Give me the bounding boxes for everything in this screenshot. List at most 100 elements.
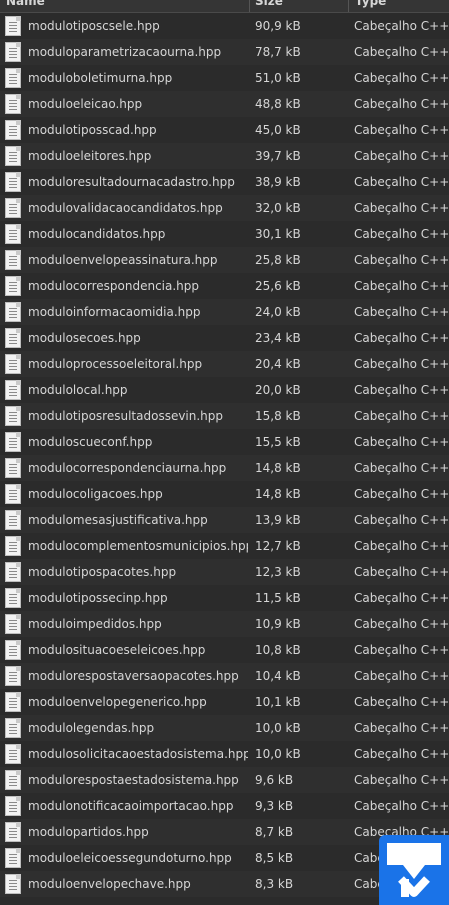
column-header-type[interactable]: Type <box>355 0 386 12</box>
text-file-icon <box>5 640 21 660</box>
file-row[interactable]: modulosolicitacaoestadosistema.hpp 10,0 k… <box>0 741 449 767</box>
column-header-name[interactable]: Name <box>6 0 45 12</box>
text-file-icon <box>5 588 21 608</box>
file-type: Cabeçalho C++ <box>354 45 449 59</box>
text-file-icon <box>5 42 21 62</box>
file-row[interactable]: modulocorrespondenciaurna.hpp 14,8 kB Cabe… <box>0 455 449 481</box>
file-row[interactable]: modulotipossecinp.hpp 11,5 kB Cabeçalho C+… <box>0 585 449 611</box>
file-size: 45,0 kB <box>255 123 301 137</box>
file-row[interactable]: modulocoligacoes.hpp 14,8 kB Cabeçalho C++ <box>0 481 449 507</box>
file-size: 30,1 kB <box>255 227 301 241</box>
text-file-icon <box>5 510 21 530</box>
file-name: modulocandidatos.hpp <box>28 227 166 241</box>
file-row[interactable]: moduloboletimurna.hpp 51,0 kB Cabeçalho C+… <box>0 65 449 91</box>
text-file-icon <box>5 328 21 348</box>
file-size: 38,9 kB <box>255 175 301 189</box>
file-size: 10,9 kB <box>255 617 301 631</box>
file-row[interactable]: moduloeleitores.hpp 39,7 kB Cabeçalho C++ <box>0 143 449 169</box>
file-size: 15,8 kB <box>255 409 301 423</box>
file-row[interactable]: moduloinformacaomidia.hpp 24,0 kB Cabeçalh… <box>0 299 449 325</box>
column-separator[interactable] <box>348 0 349 12</box>
file-row[interactable]: modulotiposresultadossevin.hpp 15,8 kB Cab… <box>0 403 449 429</box>
text-file-icon <box>5 666 21 686</box>
file-type: Cabeçalho C++ <box>354 253 449 267</box>
text-file-icon <box>5 276 21 296</box>
file-row[interactable]: modulocomplementosmunicipios.hpp 12,7 kB C… <box>0 533 449 559</box>
file-row[interactable]: modulovalidacaocandidatos.hpp 32,0 kB Cabe… <box>0 195 449 221</box>
file-row[interactable]: modulorespostaversaopacotes.hpp 10,4 kB Ca… <box>0 663 449 689</box>
file-size: 20,0 kB <box>255 383 301 397</box>
file-name: modulorespostaversaopacotes.hpp <box>28 669 239 683</box>
file-row[interactable]: modulocorrespondencia.hpp 25,6 kB Cabeçalh… <box>0 273 449 299</box>
file-row[interactable]: moduloimpedidos.hpp 10,9 kB Cabeçalho C++ <box>0 611 449 637</box>
file-row[interactable]: modulosecoes.hpp 23,4 kB Cabeçalho C++ <box>0 325 449 351</box>
file-name: moduloeleicao.hpp <box>28 97 143 111</box>
file-size: 20,4 kB <box>255 357 301 371</box>
file-type: Cabeçalho C++ <box>354 201 449 215</box>
file-row[interactable]: modulosituacoeseleicoes.hpp 10,8 kB Cabeça… <box>0 637 449 663</box>
file-type: Cabeçalho C++ <box>354 695 449 709</box>
file-size: 8,7 kB <box>255 825 294 839</box>
file-type: Cabeçalho C++ <box>354 383 449 397</box>
file-row[interactable]: modulocandidatos.hpp 30,1 kB Cabeçalho C++ <box>0 221 449 247</box>
file-row[interactable]: modulomesasjustificativa.hpp 13,9 kB Cabeç… <box>0 507 449 533</box>
file-size: 25,6 kB <box>255 279 301 293</box>
file-name: modulocomplementosmunicipios.hpp <box>28 539 248 553</box>
file-type: Cabeçalho C++ <box>354 669 449 683</box>
file-row[interactable]: modulorespostaestadosistema.hpp 9,6 kB Cab… <box>0 767 449 793</box>
text-file-icon <box>5 120 21 140</box>
file-size: 48,8 kB <box>255 97 301 111</box>
file-size: 24,0 kB <box>255 305 301 319</box>
column-separator[interactable] <box>249 0 250 12</box>
file-type: Cabeçalho C++ <box>354 409 449 423</box>
file-row[interactable]: moduloprocessoeleitoral.hpp 20,4 kB Cabeça… <box>0 351 449 377</box>
text-file-icon <box>5 562 21 582</box>
text-file-icon <box>5 302 21 322</box>
text-file-icon <box>5 692 21 712</box>
file-type: Cabeçalho C++ <box>354 227 449 241</box>
file-name: modulocorrespondenciaurna.hpp <box>28 461 227 475</box>
text-file-icon <box>5 744 21 764</box>
file-name: modulorespostaestadosistema.hpp <box>28 773 239 787</box>
text-file-icon <box>5 458 21 478</box>
file-type: Cabeçalho C++ <box>354 539 449 553</box>
file-size: 10,4 kB <box>255 669 301 683</box>
file-row[interactable]: modulotipospacotes.hpp 12,3 kB Cabeçalho C… <box>0 559 449 585</box>
file-row[interactable]: modulotiposscad.hpp 45,0 kB Cabeçalho C++ <box>0 117 449 143</box>
file-row[interactable]: moduloscueconf.hpp 15,5 kB Cabeçalho C++ <box>0 429 449 455</box>
text-file-icon <box>5 198 21 218</box>
file-name: moduloscueconf.hpp <box>28 435 153 449</box>
text-file-icon <box>5 874 21 894</box>
file-name: moduloimpedidos.hpp <box>28 617 162 631</box>
file-row[interactable]: modulonotificacaoimportacao.hpp 9,3 kB Cab… <box>0 793 449 819</box>
file-row[interactable]: moduloresultadournacadastro.hpp 38,9 kB Ca… <box>0 169 449 195</box>
file-type: Cabeçalho C++ <box>354 747 449 761</box>
file-row[interactable]: modulolocal.hpp 20,0 kB Cabeçalho C++ <box>0 377 449 403</box>
column-header-size[interactable]: Size <box>255 0 283 12</box>
file-name: modulotipospacotes.hpp <box>28 565 177 579</box>
text-file-icon <box>5 536 21 556</box>
file-size: 14,8 kB <box>255 461 301 475</box>
download-badge-icon[interactable] <box>379 835 449 905</box>
file-row[interactable]: moduloenvelopegenerico.hpp 10,1 kB Cabeçal… <box>0 689 449 715</box>
file-row[interactable]: moduloenvelopeassinatura.hpp 25,8 kB Cabeç… <box>0 247 449 273</box>
file-name: moduloresultadournacadastro.hpp <box>28 175 235 189</box>
text-file-icon <box>5 822 21 842</box>
file-size: 10,8 kB <box>255 643 301 657</box>
file-row[interactable]: modulolegendas.hpp 10,0 kB Cabeçalho C++ <box>0 715 449 741</box>
file-type: Cabeçalho C++ <box>354 617 449 631</box>
file-size: 10,1 kB <box>255 695 301 709</box>
file-size: 9,6 kB <box>255 773 294 787</box>
file-row[interactable]: moduloparametrizacaourna.hpp 78,7 kB Cabeç… <box>0 39 449 65</box>
file-name: moduloinformacaomidia.hpp <box>28 305 201 319</box>
file-name: moduloeleicoessegundoturno.hpp <box>28 851 232 865</box>
file-name: modulovalidacaocandidatos.hpp <box>28 201 223 215</box>
file-name: modulocoligacoes.hpp <box>28 487 163 501</box>
file-name: modulomesasjustificativa.hpp <box>28 513 208 527</box>
file-name: modulolegendas.hpp <box>28 721 155 735</box>
file-name: modulotipossecinp.hpp <box>28 591 168 605</box>
file-row[interactable]: moduloeleicao.hpp 48,8 kB Cabeçalho C++ <box>0 91 449 117</box>
file-row[interactable]: modulotiposcsele.hpp 90,9 kB Cabeçalho C++ <box>0 13 449 39</box>
file-size: 10,0 kB <box>255 721 301 735</box>
file-type: Cabeçalho C++ <box>354 357 449 371</box>
